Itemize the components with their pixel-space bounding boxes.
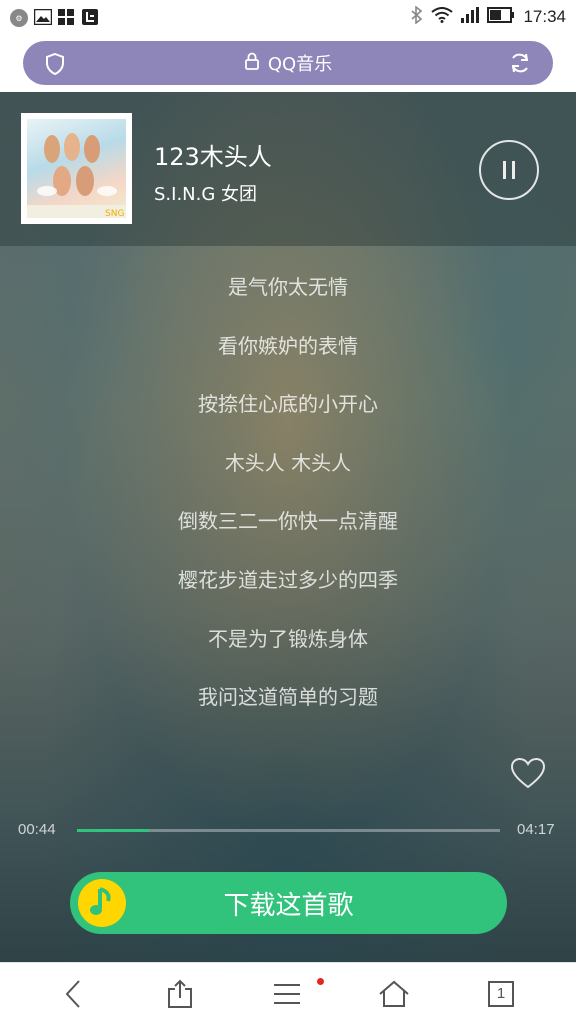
menu-notification-dot [317,978,324,985]
status-bar-left: ⚙ [10,8,98,27]
pause-icon-bar [512,161,515,179]
tabs-count: 1 [496,985,506,1002]
progress-fill [77,829,150,832]
song-artist: S.I.N.G 女团 [154,184,258,205]
lyric-line: 按捺住心底的小开心 [198,392,378,417]
url-title-group: QQ音乐 [244,50,332,76]
lock-icon [244,52,260,75]
album-cover[interactable]: SNG [21,113,132,224]
letv-icon [82,9,98,25]
lyric-line: 看你嫉妒的表情 [218,333,358,358]
bottom-nav: 1 [0,962,576,1025]
time-current: 00:44 [18,821,56,838]
url-bar[interactable]: QQ音乐 [23,41,553,85]
lyric-line: 倒数三二一你快一点清醒 [178,509,398,534]
url-title: QQ音乐 [267,54,333,75]
status-time: 17:34 [523,7,566,26]
pause-icon [503,161,506,179]
progress-bar[interactable] [77,829,500,832]
lyric-line: 我问这道简单的习题 [198,685,378,710]
song-title: 123木头人 [154,143,272,171]
settings-app-icon: ⚙ [10,9,28,27]
home-icon[interactable] [376,977,412,1011]
heart-icon[interactable] [510,757,546,793]
menu-icon[interactable] [269,977,305,1011]
album-cover-art: SNG [27,119,126,218]
pause-button[interactable] [479,140,539,200]
svg-text:⚙: ⚙ [15,14,22,23]
lyric-line: 木头人 木头人 [224,450,352,475]
bluetooth-icon [411,4,423,29]
back-icon[interactable] [55,977,91,1011]
url-bar-container: QQ音乐 [0,34,576,92]
lyric-line: 樱花步道走过多少的四季 [178,567,398,592]
lyrics-list: 是气你太无情 看你嫉妒的表情 按捺住心底的小开心 木头人 木头人 倒数三二一你快… [0,268,576,737]
lyric-line: 不是为了锻炼身体 [208,626,368,651]
download-song-button[interactable]: 下载这首歌 [70,872,507,934]
tabs-button[interactable]: 1 [483,977,519,1011]
player-view: SNG 123木头人 S.I.N.G 女团 是气你太无情 看你嫉妒的表情 按捺住… [0,92,576,962]
gallery-icon [33,8,53,26]
signal-icon [461,6,480,28]
time-total: 04:17 [517,821,555,838]
share-icon[interactable] [162,977,198,1011]
status-bar: ⚙ 17:34 [0,0,576,34]
apps-icon [58,9,74,25]
shield-icon[interactable] [45,52,65,79]
wifi-icon [431,6,454,28]
svg-text:SNG: SNG [105,209,124,218]
qq-music-logo-icon [78,879,126,927]
lyric-line: 是气你太无情 [228,275,348,299]
battery-icon [487,6,515,28]
download-label: 下载这首歌 [223,890,354,921]
status-bar-right: 17:34 [411,4,566,29]
tabs-icon: 1 [488,981,514,1007]
refresh-icon[interactable] [509,52,531,78]
